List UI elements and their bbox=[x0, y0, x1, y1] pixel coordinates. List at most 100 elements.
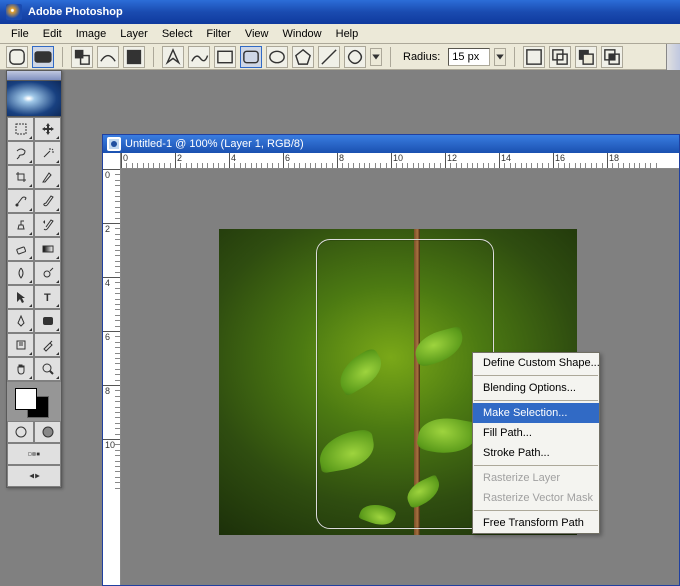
ruler-label: 2 bbox=[105, 224, 110, 234]
ruler-label: 6 bbox=[105, 332, 110, 342]
rectangle-tool[interactable] bbox=[34, 309, 61, 333]
document-title: Untitled-1 @ 100% (Layer 1, RGB/8) bbox=[125, 138, 304, 150]
svg-text:T: T bbox=[44, 292, 51, 304]
menu-item-make-selection[interactable]: Make Selection... bbox=[473, 403, 599, 423]
shape-layers-icon[interactable] bbox=[71, 46, 93, 68]
eyedropper-tool[interactable] bbox=[34, 333, 61, 357]
menu-window[interactable]: Window bbox=[276, 26, 329, 42]
menu-item-rasterize-layer: Rasterize Layer bbox=[473, 468, 599, 488]
jump-to-imageready-icon[interactable] bbox=[7, 465, 61, 487]
screen-standard-icon[interactable] bbox=[7, 443, 61, 465]
window-titlebar: Adobe Photoshop bbox=[0, 0, 680, 24]
menu-item-blending-options[interactable]: Blending Options... bbox=[473, 378, 599, 398]
rounded-rectangle-shape-icon[interactable] bbox=[240, 46, 262, 68]
tool-preset-icon[interactable] bbox=[6, 46, 28, 68]
menu-edit[interactable]: Edit bbox=[36, 26, 69, 42]
ruler-label: 10 bbox=[105, 440, 115, 450]
hand-tool[interactable] bbox=[7, 357, 34, 381]
separator bbox=[153, 47, 154, 67]
ellipse-shape-icon[interactable] bbox=[266, 46, 288, 68]
options-bar: Radius: bbox=[0, 44, 680, 70]
magic-wand-tool[interactable] bbox=[34, 141, 61, 165]
ruler-label: 16 bbox=[555, 153, 565, 163]
menu-item-stroke-path[interactable]: Stroke Path... bbox=[473, 443, 599, 463]
menu-separator bbox=[474, 400, 598, 401]
menu-file[interactable]: File bbox=[4, 26, 36, 42]
custom-shape-icon[interactable] bbox=[344, 46, 366, 68]
combine-add-icon[interactable] bbox=[549, 46, 571, 68]
brush-tool[interactable] bbox=[34, 189, 61, 213]
ruler-label: 0 bbox=[123, 153, 128, 163]
menu-item-define-custom-shape[interactable]: Define Custom Shape... bbox=[473, 353, 599, 373]
zoom-tool[interactable] bbox=[34, 357, 61, 381]
rounded-rect-shape-icon[interactable] bbox=[32, 46, 54, 68]
ruler-label: 8 bbox=[339, 153, 344, 163]
pen-icon[interactable] bbox=[162, 46, 184, 68]
history-brush-tool[interactable] bbox=[34, 213, 61, 237]
menu-view[interactable]: View bbox=[238, 26, 276, 42]
freeform-pen-icon[interactable] bbox=[188, 46, 210, 68]
tools-panel-gripper[interactable] bbox=[7, 71, 61, 81]
radius-label: Radius: bbox=[403, 51, 440, 63]
blur-tool[interactable] bbox=[7, 261, 34, 285]
line-shape-icon[interactable] bbox=[318, 46, 340, 68]
menu-separator bbox=[474, 465, 598, 466]
combine-intersect-icon[interactable] bbox=[601, 46, 623, 68]
quick-mask-mode-icon[interactable] bbox=[34, 421, 61, 443]
document-titlebar[interactable]: Untitled-1 @ 100% (Layer 1, RGB/8) bbox=[103, 135, 679, 153]
color-swatches bbox=[7, 381, 61, 421]
notes-tool[interactable] bbox=[7, 333, 34, 357]
radius-dropdown-icon[interactable] bbox=[494, 48, 506, 66]
fill-pixels-icon[interactable] bbox=[123, 46, 145, 68]
standard-mode-icon[interactable] bbox=[7, 421, 34, 443]
polygon-shape-icon[interactable] bbox=[292, 46, 314, 68]
ruler-label: 4 bbox=[231, 153, 236, 163]
menu-image[interactable]: Image bbox=[69, 26, 114, 42]
pen-tool[interactable] bbox=[7, 309, 34, 333]
vertical-ruler[interactable]: 0246810 bbox=[103, 153, 121, 585]
combine-subtract-icon[interactable] bbox=[575, 46, 597, 68]
menu-item-fill-path[interactable]: Fill Path... bbox=[473, 423, 599, 443]
type-tool[interactable]: T bbox=[34, 285, 61, 309]
separator bbox=[62, 47, 63, 67]
move-tool[interactable] bbox=[34, 117, 61, 141]
foreground-color-swatch[interactable] bbox=[15, 388, 37, 410]
document-icon bbox=[107, 137, 121, 151]
app-logo-icon bbox=[6, 4, 22, 20]
combine-new-icon[interactable] bbox=[523, 46, 545, 68]
healing-brush-tool[interactable] bbox=[7, 189, 34, 213]
dodge-tool[interactable] bbox=[34, 261, 61, 285]
ruler-label: 8 bbox=[105, 386, 110, 396]
eraser-tool[interactable] bbox=[7, 237, 34, 261]
paths-icon[interactable] bbox=[97, 46, 119, 68]
menu-filter[interactable]: Filter bbox=[199, 26, 237, 42]
tools-panel-logo bbox=[7, 81, 61, 117]
plant-leaf bbox=[358, 499, 397, 529]
ruler-label: 18 bbox=[609, 153, 619, 163]
crop-tool[interactable] bbox=[7, 165, 34, 189]
ruler-label: 12 bbox=[447, 153, 457, 163]
path-selection-tool[interactable] bbox=[7, 285, 34, 309]
gradient-tool[interactable] bbox=[34, 237, 61, 261]
lasso-tool[interactable] bbox=[7, 141, 34, 165]
menu-item-rasterize-vector-mask: Rasterize Vector Mask bbox=[473, 488, 599, 508]
clone-stamp-tool[interactable] bbox=[7, 213, 34, 237]
menu-item-free-transform-path[interactable]: Free Transform Path bbox=[473, 513, 599, 533]
ruler-label: 10 bbox=[393, 153, 403, 163]
rectangular-marquee-tool[interactable] bbox=[7, 117, 34, 141]
app-title: Adobe Photoshop bbox=[28, 6, 123, 18]
separator bbox=[514, 47, 515, 67]
menu-separator bbox=[474, 510, 598, 511]
options-bar-gripper[interactable] bbox=[666, 44, 680, 70]
horizontal-ruler[interactable]: 024681012141618 bbox=[121, 153, 679, 169]
menu-layer[interactable]: Layer bbox=[113, 26, 155, 42]
slice-tool[interactable] bbox=[34, 165, 61, 189]
shape-dropdown-icon[interactable] bbox=[370, 48, 382, 66]
plant-leaf bbox=[403, 474, 445, 509]
menu-select[interactable]: Select bbox=[155, 26, 200, 42]
menu-help[interactable]: Help bbox=[329, 26, 366, 42]
rectangle-shape-icon[interactable] bbox=[214, 46, 236, 68]
radius-input[interactable] bbox=[448, 48, 490, 66]
menu-separator bbox=[474, 375, 598, 376]
plant-leaf bbox=[316, 428, 377, 473]
